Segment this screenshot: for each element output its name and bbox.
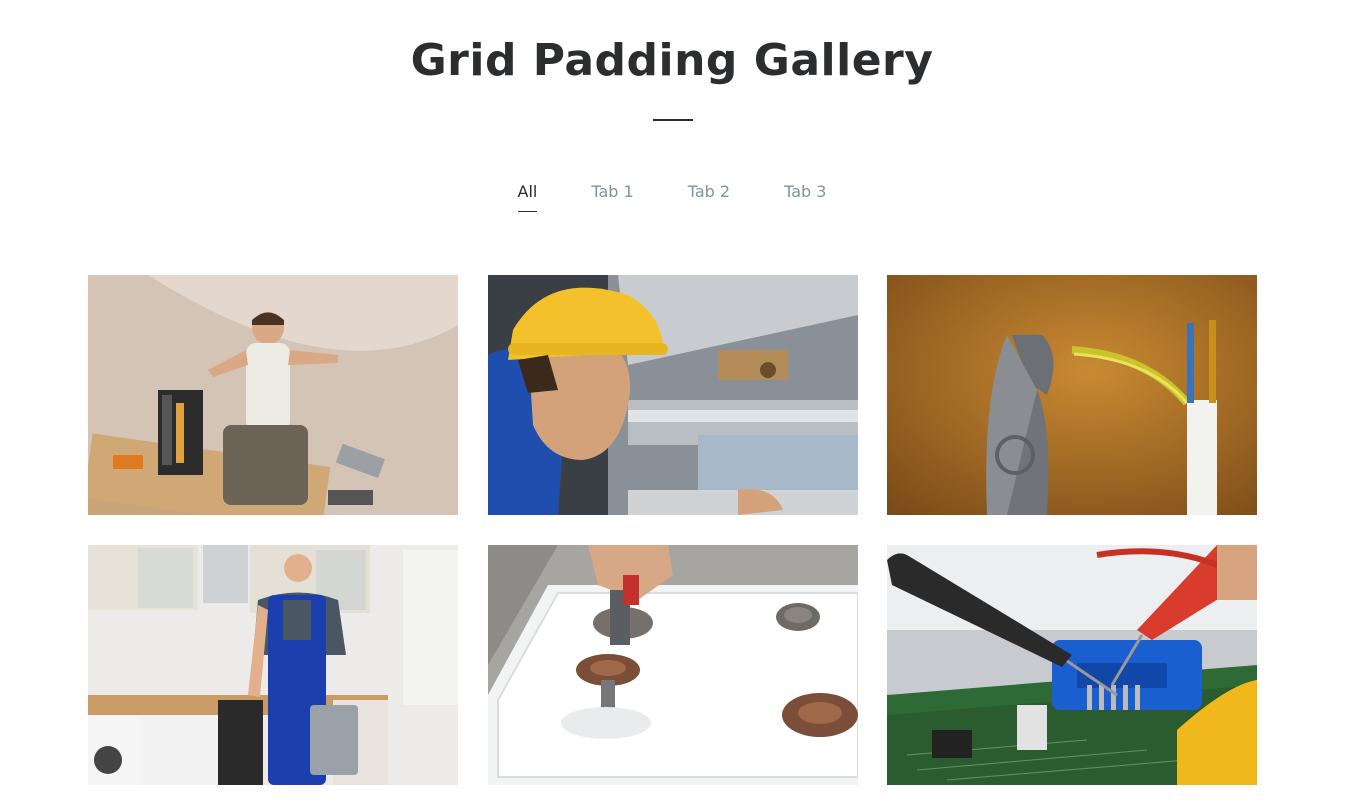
tab-1[interactable]: Tab 1	[591, 180, 633, 212]
gallery-item-circuit-board[interactable]	[887, 545, 1257, 785]
gallery-item-pliers-wire[interactable]	[887, 275, 1257, 515]
page: Grid Padding Gallery All Tab 1 Tab 2 Tab…	[0, 0, 1361, 811]
pliers-wire-image	[887, 275, 1257, 515]
circuit-board-image	[887, 545, 1257, 785]
gallery-grid	[88, 275, 1257, 785]
tab-all[interactable]: All	[517, 180, 537, 212]
gas-stove-image	[487, 545, 858, 785]
kitchen-repairman-image	[88, 545, 458, 785]
gallery-item-kitchen-repairman[interactable]	[88, 545, 458, 785]
tab-3[interactable]: Tab 3	[784, 180, 826, 212]
title-divider	[653, 119, 693, 121]
tab-2[interactable]: Tab 2	[688, 180, 730, 212]
gallery-item-handyman[interactable]	[88, 275, 458, 515]
page-title: Grid Padding Gallery	[410, 35, 934, 86]
gallery-item-gas-stove[interactable]	[487, 545, 858, 785]
gallery-item-hardhat-worker[interactable]	[487, 275, 858, 515]
filter-tabs: All Tab 1 Tab 2 Tab 3	[0, 180, 1344, 212]
handyman-image	[88, 275, 458, 515]
hardhat-worker-image	[487, 275, 858, 515]
